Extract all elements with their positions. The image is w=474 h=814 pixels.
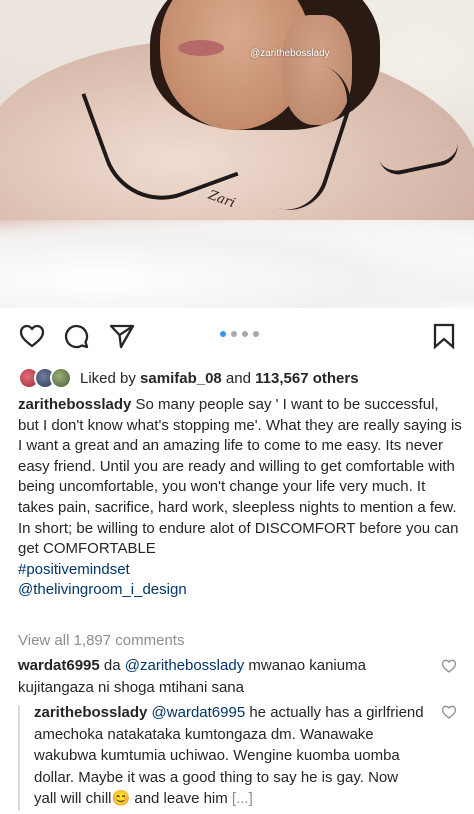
post-action-bar	[0, 318, 474, 354]
comment-mention[interactable]: @zarithebosslady	[125, 657, 244, 674]
comment-like-heart-icon[interactable]	[441, 704, 457, 720]
fur-blanket	[0, 220, 474, 308]
lips	[178, 40, 224, 56]
comment-text-pre: da	[99, 657, 125, 674]
heart-outline-icon[interactable]	[18, 322, 46, 350]
liker-username[interactable]: samifab_08	[140, 370, 222, 387]
comment: wardat6995 da @zarithebosslady mwanao ka…	[18, 655, 430, 698]
carousel-indicator	[220, 331, 259, 341]
caption-mention[interactable]: @thelivingroom_i_design	[18, 580, 462, 601]
bookmark-icon[interactable]	[430, 322, 458, 350]
comment-reply: zarithebosslady @wardat6995 he actually …	[34, 702, 424, 810]
carousel-dot-active	[220, 331, 226, 337]
likes-row[interactable]: Liked by samifab_08 and 113,567 others	[18, 365, 359, 391]
comment-bubble-icon[interactable]	[62, 322, 90, 350]
likes-and: and	[221, 369, 256, 387]
comment-username[interactable]: wardat6995	[18, 657, 100, 674]
paper-plane-icon[interactable]	[108, 322, 136, 350]
post-image[interactable]: @zarithebosslady Zari	[0, 0, 474, 308]
reply-thread-line	[18, 705, 20, 811]
comment-mention[interactable]: @wardat6995	[152, 704, 246, 721]
avatar	[50, 367, 72, 389]
likes-count[interactable]: 113,567 others	[255, 370, 358, 387]
comment-like-heart-icon[interactable]	[441, 658, 457, 674]
carousel-dot	[242, 331, 248, 337]
carousel-dot	[231, 331, 237, 337]
comment-username[interactable]: zarithebosslady	[34, 704, 147, 721]
carousel-dot	[253, 331, 259, 337]
likes-summary: Liked by samifab_08 and 113,567 others	[80, 370, 359, 387]
caption-text: So many people say ' I want to be succes…	[18, 396, 462, 558]
liker-avatars	[18, 366, 74, 390]
view-all-comments-link[interactable]: View all 1,897 comments	[18, 632, 184, 649]
caption-hashtag[interactable]: #positivemindset	[18, 560, 462, 581]
likes-prefix: Liked by	[80, 369, 141, 387]
comment-more-link[interactable]: [...]	[232, 790, 253, 807]
post-caption: zarithebosslady So many people say ' I w…	[18, 395, 462, 601]
caption-username[interactable]: zarithebosslady	[18, 396, 131, 413]
image-watermark: @zarithebosslady	[250, 48, 330, 59]
